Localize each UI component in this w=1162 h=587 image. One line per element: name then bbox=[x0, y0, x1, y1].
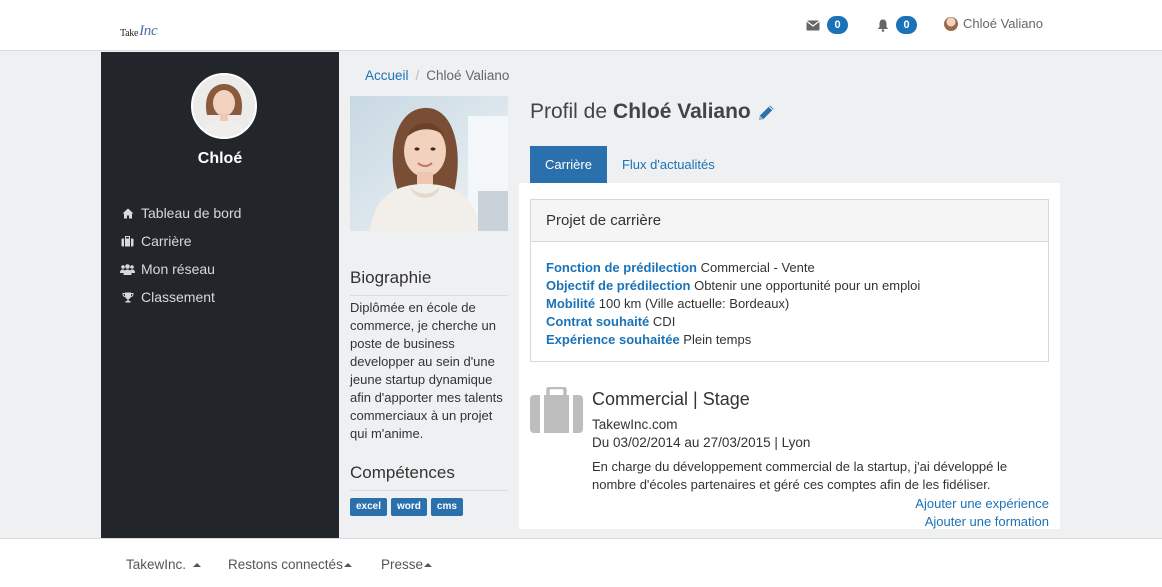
skills-heading: Compétences bbox=[350, 463, 508, 491]
skill-tag[interactable]: cms bbox=[430, 498, 463, 516]
add-experience-link[interactable]: Ajouter une expérience bbox=[915, 496, 1049, 511]
bell-icon bbox=[877, 19, 889, 32]
career-project-panel: Projet de carrière Fonction de prédilect… bbox=[530, 199, 1049, 362]
career-row-value: Obtenir une opportunité pour un emploi bbox=[694, 278, 921, 293]
experience-title: Commercial | Stage bbox=[592, 389, 750, 409]
sidebar-item-career[interactable]: Carrière bbox=[120, 227, 241, 255]
logo[interactable]: Take Inc bbox=[120, 17, 158, 40]
sidebar-menu: Tableau de bord Carrière Mon réseau Clas… bbox=[120, 199, 241, 311]
profile-tabs: Carrière Flux d'actualités bbox=[530, 146, 730, 183]
messages-badge: 0 bbox=[827, 16, 848, 34]
page-title-name: Chloé Valiano bbox=[613, 100, 751, 123]
career-row-key: Fonction de prédilection bbox=[546, 260, 697, 275]
biography-text: Diplômée en école de commerce, je cherch… bbox=[350, 300, 503, 441]
sidebar-user-name: Chloé bbox=[197, 150, 243, 167]
tab-career[interactable]: Carrière bbox=[530, 146, 607, 183]
briefcase-icon bbox=[530, 385, 583, 438]
top-navbar: Take Inc 0 0 Chloé Valiano bbox=[0, 0, 1162, 51]
logo-text: Take bbox=[120, 28, 139, 39]
panel-body: Fonction de prédilection Commercial - Ve… bbox=[531, 242, 1048, 349]
sidebar-avatar bbox=[191, 73, 257, 139]
career-row-key: Contrat souhaité bbox=[546, 314, 650, 329]
experience-description: En charge du développement commercial de… bbox=[592, 459, 1008, 492]
career-row-value: Commercial - Vente bbox=[700, 260, 815, 275]
panel-title: Projet de carrière bbox=[531, 200, 1048, 242]
sidebar-item-network[interactable]: Mon réseau bbox=[120, 255, 241, 283]
logo-script: Inc bbox=[139, 23, 158, 39]
career-row-key: Expérience souhaitée bbox=[546, 332, 680, 347]
experience-company: TakewInc.com bbox=[592, 417, 678, 432]
envelope-icon bbox=[806, 20, 820, 30]
pencil-icon[interactable] bbox=[757, 103, 776, 122]
home-icon bbox=[120, 208, 135, 219]
footer-menu-label: TakewInc. bbox=[126, 557, 187, 572]
add-formation-link[interactable]: Ajouter une formation bbox=[925, 514, 1049, 529]
profile-photo bbox=[350, 96, 508, 231]
footer: TakewInc. Restons connectés Presse bbox=[0, 538, 1162, 587]
career-row: Contrat souhaité CDI bbox=[546, 313, 1033, 331]
footer-menu-connect[interactable]: Restons connectés bbox=[228, 557, 352, 572]
caret-up-icon bbox=[193, 562, 202, 567]
career-row: Expérience souhaitée Plein temps bbox=[546, 331, 1033, 349]
sidebar-item-ranking[interactable]: Classement bbox=[120, 283, 241, 311]
career-row: Mobilité 100 km (Ville actuelle: Bordeau… bbox=[546, 295, 1033, 313]
sidebar-item-label: Mon réseau bbox=[141, 261, 215, 277]
page-title: Profil de Chloé Valiano bbox=[530, 100, 776, 124]
caret-up-icon bbox=[343, 562, 352, 567]
footer-menu-takewinc[interactable]: TakewInc. bbox=[126, 557, 202, 572]
trophy-icon bbox=[120, 292, 135, 303]
sidebar: Chloé Tableau de bord Carrière Mon résea… bbox=[101, 52, 339, 538]
sidebar-item-label: Classement bbox=[141, 289, 215, 305]
biography-heading: Biographie bbox=[350, 268, 508, 296]
sidebar-item-dashboard[interactable]: Tableau de bord bbox=[120, 199, 241, 227]
footer-menu-label: Presse bbox=[381, 557, 424, 572]
tab-news-feed[interactable]: Flux d'actualités bbox=[607, 146, 730, 183]
caret-up-icon bbox=[424, 562, 433, 567]
briefcase-icon bbox=[120, 235, 135, 247]
messages-button[interactable]: 0 bbox=[806, 16, 848, 34]
sidebar-item-label: Carrière bbox=[141, 233, 192, 249]
career-row-key: Objectif de prédilection bbox=[546, 278, 691, 293]
career-row-value: 100 km (Ville actuelle: Bordeaux) bbox=[598, 296, 790, 311]
users-icon bbox=[120, 263, 135, 275]
skill-tag[interactable]: excel bbox=[350, 498, 388, 516]
notifications-button[interactable]: 0 bbox=[877, 16, 917, 34]
experience-dates: Du 03/02/2014 au 27/03/2015 | Lyon bbox=[592, 435, 811, 450]
career-row: Fonction de prédilection Commercial - Ve… bbox=[546, 259, 1033, 277]
notifications-badge: 0 bbox=[896, 16, 917, 34]
skill-tag[interactable]: word bbox=[391, 498, 427, 516]
sidebar-item-label: Tableau de bord bbox=[141, 205, 242, 221]
career-row-value: CDI bbox=[652, 314, 676, 329]
breadcrumb: Accueil / Chloé Valiano bbox=[365, 68, 509, 83]
breadcrumb-home-link[interactable]: Accueil bbox=[365, 68, 409, 83]
user-name: Chloé Valiano bbox=[963, 16, 1043, 31]
user-menu[interactable]: Chloé Valiano bbox=[944, 16, 1043, 31]
career-row-value: Plein temps bbox=[683, 332, 752, 347]
skills-list: excel word cms bbox=[350, 498, 463, 516]
career-row-key: Mobilité bbox=[546, 296, 596, 311]
career-row: Objectif de prédilection Obtenir une opp… bbox=[546, 277, 1033, 295]
breadcrumb-current: Chloé Valiano bbox=[426, 68, 510, 83]
footer-menu-label: Restons connectés bbox=[228, 557, 343, 572]
user-avatar bbox=[944, 16, 958, 31]
breadcrumb-separator: / bbox=[415, 68, 420, 83]
footer-menu-press[interactable]: Presse bbox=[381, 557, 433, 572]
tab-content: Projet de carrière Fonction de prédilect… bbox=[519, 183, 1060, 529]
page-title-prefix: Profil de bbox=[530, 100, 608, 123]
